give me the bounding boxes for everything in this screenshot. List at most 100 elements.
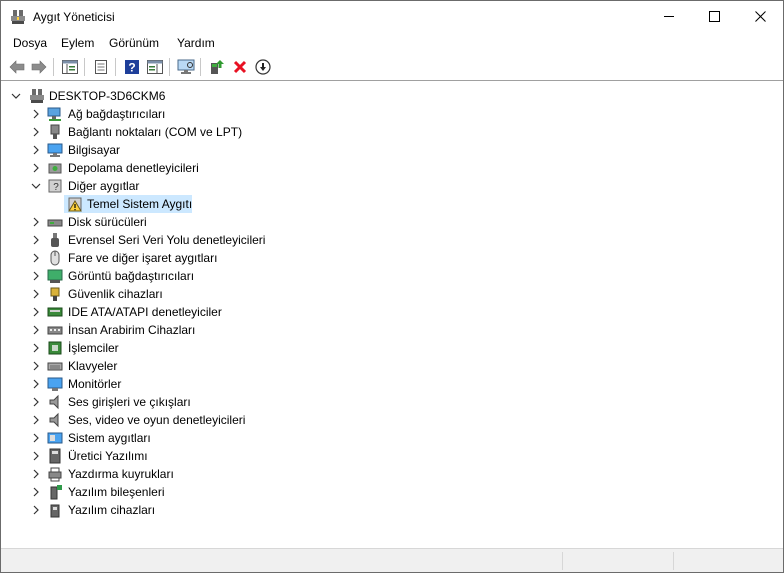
tree-category[interactable]: Ağ bağdaştırıcıları [1, 105, 783, 123]
back-arrow-icon [9, 60, 25, 74]
chevron-right-icon[interactable] [31, 235, 41, 245]
mouse-icon [50, 250, 60, 266]
tree-category[interactable]: Yazılım bileşenleri [1, 483, 783, 501]
tree-category[interactable]: Üretici Yazılımı [1, 447, 783, 465]
close-icon [754, 11, 766, 22]
tree-category[interactable]: İnsan Arabirim Cihazları [1, 321, 783, 339]
tree-category[interactable]: İşlemciler [1, 339, 783, 357]
toolbar: ? [1, 54, 783, 81]
print-queue-icon [48, 467, 62, 482]
toolbar-separator [169, 58, 170, 76]
show-hide-console-tree-button[interactable] [60, 57, 80, 77]
status-panel-divider [673, 552, 675, 570]
tree-category[interactable]: Ses, video ve oyun denetleyicileri [1, 411, 783, 429]
chevron-right-icon[interactable] [31, 307, 41, 317]
tree-category[interactable]: Sistem aygıtları [1, 429, 783, 447]
chevron-right-icon[interactable] [31, 289, 41, 299]
tree-root[interactable]: DESKTOP-3D6CKM6 [1, 87, 783, 105]
tree-category[interactable]: Yazdırma kuyrukları [1, 465, 783, 483]
minimize-button[interactable] [646, 1, 692, 32]
software-device-icon [50, 504, 60, 518]
menu-dosya[interactable]: Dosya [13, 36, 47, 50]
toolbar-separator [115, 58, 116, 76]
menu-yardim[interactable]: Yardım [177, 36, 215, 50]
device-manager-app-icon [11, 10, 25, 24]
tree-device-item[interactable]: Temel Sistem Aygıtı [1, 195, 783, 213]
tree-category[interactable]: Ses girişleri ve çıkışları [1, 393, 783, 411]
tree-category[interactable]: Bağlantı noktaları (COM ve LPT) [1, 123, 783, 141]
forward-button[interactable] [29, 57, 49, 77]
tree-category[interactable]: Yazılım cihazları [1, 501, 783, 519]
storage-controller-icon [48, 163, 62, 174]
title-bar[interactable]: Aygıt Yöneticisi [1, 1, 783, 32]
tree-category-label: Disk sürücüleri [68, 215, 147, 229]
properties-icon [95, 60, 107, 74]
tree-device-label: Temel Sistem Aygıtı [87, 197, 193, 211]
tree-category[interactable]: IDE ATA/ATAPI denetleyiciler [1, 303, 783, 321]
show-hide-console-tree-icon [62, 60, 78, 74]
maximize-button[interactable] [691, 1, 737, 32]
device-tree[interactable]: DESKTOP-3D6CKM6 Ağ bağdaştırıcıları Bağla… [1, 81, 783, 547]
ide-controller-icon [47, 307, 63, 317]
back-button[interactable] [7, 57, 27, 77]
tree-category[interactable]: Görüntü bağdaştırıcıları [1, 267, 783, 285]
tree-category-label: İnsan Arabirim Cihazları [68, 323, 196, 337]
tree-root-label: DESKTOP-3D6CKM6 [49, 89, 166, 103]
chevron-right-icon[interactable] [31, 163, 41, 173]
chevron-right-icon[interactable] [31, 217, 41, 227]
uninstall-device-button[interactable] [230, 57, 250, 77]
chevron-down-icon[interactable] [11, 91, 21, 101]
chevron-right-icon[interactable] [31, 145, 41, 155]
tree-category-label: Yazılım cihazları [68, 503, 156, 517]
chevron-right-icon[interactable] [31, 127, 41, 137]
tree-category-label: Depolama denetleyicileri [68, 161, 199, 175]
chevron-right-icon[interactable] [31, 325, 41, 335]
chevron-right-icon[interactable] [31, 109, 41, 119]
chevron-right-icon[interactable] [31, 451, 41, 461]
tree-category[interactable]: Fare ve diğer işaret aygıtları [1, 249, 783, 267]
close-button[interactable] [737, 1, 783, 32]
help-icon: ? [125, 60, 139, 75]
help-button[interactable]: ? [122, 57, 142, 77]
tree-category[interactable]: Bilgisayar [1, 141, 783, 159]
properties-button[interactable] [91, 57, 111, 77]
menu-gorunum[interactable]: Görünüm [109, 36, 159, 50]
menu-eylem[interactable]: Eylem [61, 36, 94, 50]
chevron-right-icon[interactable] [31, 271, 41, 281]
tree-category[interactable]: Monitörler [1, 375, 783, 393]
scan-hardware-changes-button[interactable] [176, 57, 196, 77]
display-adapter-icon [47, 269, 63, 283]
other-devices-icon: ? [48, 179, 62, 193]
status-panel-divider [562, 552, 564, 570]
tree-category-label: Fare ve diğer işaret aygıtları [68, 251, 218, 265]
chevron-right-icon[interactable] [31, 505, 41, 515]
chevron-down-icon[interactable] [31, 181, 41, 191]
tree-category[interactable]: ? Diğer aygıtlar [1, 177, 783, 195]
chevron-right-icon[interactable] [31, 361, 41, 371]
processor-icon [48, 341, 62, 355]
tree-category-label: Yazılım bileşenleri [68, 485, 165, 499]
update-driver-icon [211, 60, 224, 74]
chevron-right-icon[interactable] [31, 379, 41, 389]
tree-category[interactable]: Evrensel Seri Veri Yolu denetleyicileri [1, 231, 783, 249]
tree-category[interactable]: Klavyeler [1, 357, 783, 375]
chevron-right-icon[interactable] [31, 397, 41, 407]
sound-video-icon [49, 412, 59, 428]
disable-device-button[interactable] [253, 57, 273, 77]
action-pane-button[interactable] [145, 57, 165, 77]
update-driver-button[interactable] [207, 57, 227, 77]
tree-category[interactable]: Depolama denetleyicileri [1, 159, 783, 177]
chevron-right-icon[interactable] [31, 433, 41, 443]
chevron-right-icon[interactable] [31, 253, 41, 263]
tree-category-label: Bağlantı noktaları (COM ve LPT) [68, 125, 243, 139]
chevron-right-icon[interactable] [31, 343, 41, 353]
chevron-right-icon[interactable] [31, 415, 41, 425]
tree-category[interactable]: Güvenlik cihazları [1, 285, 783, 303]
tree-category[interactable]: Disk sürücüleri [1, 213, 783, 231]
disk-drive-icon [47, 219, 63, 227]
minimize-icon [663, 16, 674, 17]
tree-category-label: Görüntü bağdaştırıcıları [68, 269, 195, 283]
chevron-right-icon[interactable] [31, 469, 41, 479]
chevron-right-icon[interactable] [31, 487, 41, 497]
tree-category-label: Ağ bağdaştırıcıları [68, 107, 166, 121]
